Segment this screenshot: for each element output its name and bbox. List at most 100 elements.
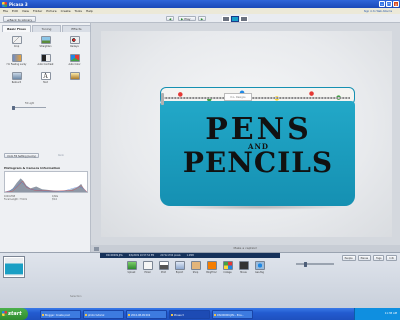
start-label: start: [8, 311, 22, 317]
play-icon: ▶: [181, 17, 184, 21]
back-to-library-button[interactable]: ◂ Back to Library: [3, 15, 37, 22]
bottom-toolbar: DSC00009.JPG 6/6/2009 10:57:54 PM 2272x1…: [0, 252, 400, 308]
photo-viewer: D.L. Designs PENS AND PENCILS: [91, 23, 400, 245]
taskbar-item-active[interactable]: Picasa 3: [169, 309, 210, 319]
caption-bar[interactable]: Make a caption!: [91, 245, 400, 252]
feeling-lucky-tool[interactable]: I'm Feeling Lucky: [3, 54, 30, 68]
tool-label: Auto Contrast: [37, 63, 54, 66]
fill-light-icon: [69, 72, 80, 80]
back-to-library-label: Back to Library: [9, 17, 33, 22]
info-button[interactable]: Info: [386, 255, 397, 261]
basic-fixes-tools: Crop Straighten Redeye I'm Feeling Lucky…: [3, 36, 89, 86]
taskbar-item[interactable]: photo tutorial: [83, 309, 124, 319]
fill-light-slider[interactable]: Fill Light: [12, 102, 46, 110]
filmstrip-thumbnail-current[interactable]: [231, 15, 239, 22]
tool-label: Retouch: [11, 81, 22, 84]
filmstrip-thumbnail[interactable]: [240, 15, 248, 22]
straighten-tool[interactable]: Straighten: [32, 36, 59, 50]
pouch-text-pens: PENS: [205, 112, 312, 147]
start-button[interactable]: start: [0, 308, 28, 320]
zoom-slider-knob[interactable]: [304, 261, 307, 267]
retouch-icon: [11, 72, 22, 80]
histogram-luma: [5, 178, 87, 192]
blogthis-button[interactable]: BlogThis!: [205, 261, 218, 274]
info-exposure: 1/60s f/4.0: [52, 195, 58, 201]
taskbar-item[interactable]: 2010-08-09 002: [126, 309, 167, 319]
filmstrip-thumbnail[interactable]: [222, 15, 230, 22]
action-buttons: Upload Email Print Export Shop BlogThis!: [125, 261, 266, 274]
print-button[interactable]: Print: [157, 261, 170, 274]
sign-in-link[interactable]: Sign in to Web Albums: [364, 10, 392, 13]
crop-tool[interactable]: Crop: [3, 36, 30, 50]
close-button[interactable]: ×: [393, 1, 399, 7]
zipper-pull: [161, 93, 164, 105]
info-focal-length: Focal Length: 7.5mm: [4, 198, 28, 201]
menu-tools[interactable]: Tools: [75, 9, 82, 13]
play-label: Play: [184, 17, 191, 21]
caption-placeholder[interactable]: Make a caption!: [234, 246, 258, 250]
email-button[interactable]: Email: [141, 261, 154, 274]
tab-effects[interactable]: Effects: [62, 25, 91, 32]
places-button[interactable]: Places: [357, 255, 372, 261]
zoom-slider[interactable]: [296, 261, 334, 267]
tags-button[interactable]: Tags: [373, 255, 385, 261]
taskbar-item[interactable]: Blogger: Create post: [40, 309, 81, 319]
auto-color-tool[interactable]: Auto Color: [61, 54, 88, 68]
retouch-tool[interactable]: Retouch: [3, 72, 30, 86]
tool-label: Straighten: [39, 45, 52, 48]
upload-button[interactable]: Upload: [125, 261, 138, 274]
contrast-icon: [40, 54, 51, 62]
action-label: Upload: [127, 271, 136, 274]
window-controls: – □ ×: [379, 1, 399, 7]
info-filesize: 1.2MB: [186, 254, 194, 257]
text-tool[interactable]: A Text: [32, 72, 59, 86]
auto-contrast-tool[interactable]: Auto Contrast: [32, 54, 59, 68]
export-button[interactable]: Export: [173, 261, 186, 274]
menu-folder[interactable]: Folder: [33, 9, 42, 13]
shop-button[interactable]: Shop: [189, 261, 202, 274]
tab-tuning[interactable]: Tuning: [32, 25, 61, 32]
clock[interactable]: 11:38 AM: [385, 312, 397, 315]
caption-toggle-icon[interactable]: [94, 246, 99, 251]
text-icon: A: [40, 72, 51, 80]
camera-info: 1024x768 Focal Length: 7.5mm 1/60s f/4.0: [4, 195, 88, 201]
histogram-title: Histogram & Camera Information: [4, 166, 61, 170]
menu-create[interactable]: Create: [61, 9, 71, 13]
movie-icon: [238, 261, 249, 270]
menu-edit[interactable]: Edit: [12, 9, 18, 13]
people-button[interactable]: People: [341, 255, 356, 261]
app-toolbar: ◂ Back to Library ◀ ▶Play ▶: [0, 14, 400, 23]
movie-button[interactable]: Movie: [237, 261, 250, 274]
geotag-button[interactable]: Geo-Tag: [253, 261, 266, 274]
export-icon: [174, 261, 185, 270]
maximize-button[interactable]: □: [386, 1, 392, 7]
previous-photo-button[interactable]: ◀: [166, 16, 174, 21]
filmstrip: [222, 15, 248, 22]
geotag-icon: [254, 261, 265, 270]
menu-view[interactable]: View: [22, 9, 29, 13]
action-label: Shop: [192, 271, 199, 274]
email-icon: [142, 261, 153, 270]
taskbar-item[interactable]: DSC00009.JPG - Pica...: [212, 309, 253, 319]
tray-thumbnail[interactable]: [5, 258, 23, 276]
photo-info-strip: DSC00009.JPG 6/6/2009 10:57:54 PM 2272x1…: [100, 253, 280, 258]
redeye-tool[interactable]: Redeye: [61, 36, 88, 50]
next-photo-button[interactable]: ▶: [198, 16, 206, 21]
collage-button[interactable]: Collage: [221, 261, 234, 274]
info-date: 6/6/2009 10:57:54 PM: [128, 254, 155, 257]
undo-button[interactable]: Undo Fill Setting (Lucky): [4, 153, 39, 158]
blogthis-icon: [206, 261, 217, 270]
tool-label: Auto Color: [68, 63, 81, 66]
minimize-button[interactable]: –: [379, 1, 385, 7]
play-slideshow-button[interactable]: ▶Play: [178, 16, 196, 21]
redo-button[interactable]: Redo: [58, 153, 64, 158]
menu-picture[interactable]: Picture: [46, 9, 56, 13]
photo-image[interactable]: D.L. Designs PENS AND PENCILS: [101, 31, 392, 237]
menu-help[interactable]: Help: [86, 9, 93, 13]
menu-file[interactable]: File: [3, 9, 8, 13]
pouch-text-pencils: PENCILS: [182, 146, 334, 179]
slider-knob[interactable]: [12, 105, 15, 110]
photo-tray[interactable]: [3, 256, 25, 278]
selection-label: Selection: [70, 295, 82, 298]
tab-basic-fixes[interactable]: Basic Fixes: [2, 25, 31, 32]
